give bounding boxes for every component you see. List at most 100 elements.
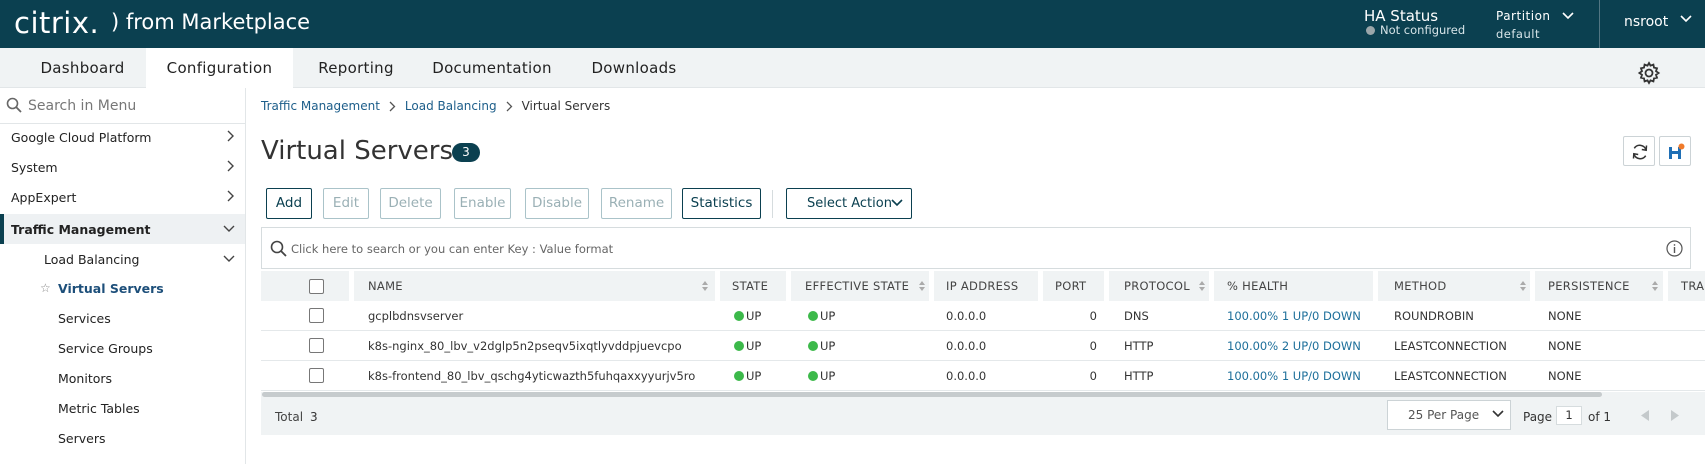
column-header-ip-address[interactable]: IP ADDRESS <box>946 271 1018 301</box>
chevron-down-icon[interactable] <box>1680 15 1692 23</box>
column-divider <box>349 271 354 301</box>
column-header-health[interactable]: % HEALTH <box>1227 271 1288 301</box>
column-header-port[interactable]: PORT <box>1055 271 1086 301</box>
column-divider <box>929 271 934 301</box>
tab-dashboard[interactable]: Dashboard <box>26 48 139 88</box>
ha-status-value: Not configured <box>1366 23 1465 37</box>
status-dot-icon <box>734 341 744 351</box>
add-button[interactable]: Add <box>266 188 312 219</box>
sidebar-item-label: System <box>11 160 58 175</box>
breadcrumb-load-balancing[interactable]: Load Balancing <box>405 99 497 113</box>
sidebar-item-monitors[interactable]: Monitors <box>0 363 245 393</box>
cell-name: k8s-nginx_80_lbv_v2dglp5n2pseqv5ixqtlyvd… <box>368 339 682 353</box>
info-icon[interactable] <box>1666 240 1683 257</box>
sort-icon[interactable] <box>919 281 925 291</box>
column-header-protocol[interactable]: PROTOCOL <box>1124 271 1190 301</box>
chevron-right-icon <box>227 130 234 142</box>
column-header-effective-state[interactable]: EFFECTIVE STATE <box>805 271 909 301</box>
sidebar-item-label: Services <box>58 311 111 326</box>
column-divider <box>715 271 720 301</box>
cell-name: gcplbdnsvserver <box>368 309 464 323</box>
tab-downloads[interactable]: Downloads <box>585 48 683 88</box>
toolbar-divider <box>772 190 773 218</box>
sidebar-item-google-cloud-platform[interactable]: Google Cloud Platform <box>0 122 245 152</box>
column-divider <box>786 271 791 301</box>
cell-health-link[interactable]: 100.00% 1 UP/0 DOWN <box>1227 301 1361 331</box>
sort-icon[interactable] <box>702 281 708 291</box>
sidebar-item-load-balancing[interactable]: Load Balancing <box>0 244 245 274</box>
column-header-name[interactable]: NAME <box>368 271 403 301</box>
sidebar-item-label: Service Groups <box>58 341 153 356</box>
user-menu[interactable]: nsroot <box>1624 14 1668 30</box>
partition-label[interactable]: Partition <box>1496 9 1551 23</box>
statistics-button[interactable]: Statistics <box>682 188 761 219</box>
select-action-dropdown[interactable]: Select Action <box>786 188 912 219</box>
sidebar-item-label: Metric Tables <box>58 401 140 416</box>
sort-icon[interactable] <box>1199 281 1205 291</box>
sort-icon[interactable] <box>1652 281 1658 291</box>
tab-reporting[interactable]: Reporting <box>306 48 406 88</box>
sort-icon[interactable] <box>1520 281 1526 291</box>
cell-persistence: NONE <box>1548 339 1582 353</box>
menu-search-input[interactable]: Search in Menu <box>0 88 245 124</box>
select-action-label: Select Action <box>807 196 892 211</box>
state-text: UP <box>746 369 762 383</box>
active-indicator <box>0 214 4 244</box>
tab-configuration[interactable]: Configuration <box>146 48 293 88</box>
effective-state-text: UP <box>820 309 836 323</box>
tab-documentation[interactable]: Documentation <box>430 48 554 88</box>
cell-health-link[interactable]: 100.00% 2 UP/0 DOWN <box>1227 331 1361 361</box>
enable-button[interactable]: Enable <box>454 188 511 219</box>
sidebar-item-label: Virtual Servers <box>58 281 164 296</box>
cell-method: LEASTCONNECTION <box>1394 369 1507 383</box>
page-number-input[interactable]: 1 <box>1556 406 1582 425</box>
save-config-button[interactable] <box>1659 136 1691 166</box>
sidebar-item-services[interactable]: Services <box>0 303 245 333</box>
column-header-truncated[interactable]: TRA <box>1681 271 1704 301</box>
row-checkbox[interactable] <box>309 368 324 383</box>
status-dot-icon <box>1366 25 1375 35</box>
total-value: 3 <box>310 410 318 424</box>
partition-value[interactable]: default <box>1496 27 1540 41</box>
table-row[interactable]: k8s-nginx_80_lbv_v2dglp5n2pseqv5ixqtlyvd… <box>261 331 1705 361</box>
star-icon[interactable]: ☆ <box>40 281 51 295</box>
table-footer: Total 3 25 Per Page Page 1 of 1 <box>261 397 1705 435</box>
per-page-dropdown[interactable]: 25 Per Page <box>1387 400 1511 430</box>
row-checkbox[interactable] <box>309 338 324 353</box>
refresh-button[interactable] <box>1623 136 1655 166</box>
chevron-down-icon[interactable] <box>1562 12 1574 20</box>
breadcrumb-traffic-management[interactable]: Traffic Management <box>261 99 380 113</box>
sidebar-item-metric-tables[interactable]: Metric Tables <box>0 393 245 423</box>
pager-next-icon[interactable] <box>1670 410 1680 421</box>
delete-button[interactable]: Delete <box>380 188 441 219</box>
cell-health-link[interactable]: 100.00% 1 UP/0 DOWN <box>1227 361 1361 391</box>
table-row[interactable]: k8s-frontend_80_lbv_qschg4yticwazth5fuhq… <box>261 361 1705 391</box>
edit-button[interactable]: Edit <box>323 188 369 219</box>
cell-port: 0 <box>1089 339 1097 353</box>
table-row[interactable]: gcplbdnsvserver UP UP 0.0.0.0 0 DNS 100.… <box>261 301 1705 331</box>
sidebar-item-virtual-servers[interactable]: ☆ Virtual Servers <box>0 273 245 303</box>
column-header-method[interactable]: METHOD <box>1394 271 1447 301</box>
main-nav: Dashboard Configuration Reporting Docume… <box>0 48 1705 88</box>
column-header-state[interactable]: STATE <box>732 271 768 301</box>
rename-button[interactable]: Rename <box>601 188 672 219</box>
cell-ip-address: 0.0.0.0 <box>946 309 987 323</box>
header-divider <box>1599 0 1600 48</box>
row-checkbox[interactable] <box>309 308 324 323</box>
column-header-persistence[interactable]: PERSISTENCE <box>1548 271 1630 301</box>
table-search-input[interactable]: Click here to search or you can enter Ke… <box>261 227 1691 269</box>
sidebar-item-traffic-management[interactable]: Traffic Management <box>0 214 245 244</box>
search-icon <box>6 97 22 113</box>
refresh-icon <box>1632 144 1648 160</box>
citrix-logo: citrix. <box>14 6 100 40</box>
sidebar-item-servers[interactable]: Servers <box>0 423 245 453</box>
sidebar-item-appexpert[interactable]: AppExpert <box>0 182 245 212</box>
pager-prev-icon[interactable] <box>1640 410 1650 421</box>
column-divider <box>1038 271 1043 301</box>
select-all-checkbox[interactable] <box>309 279 324 294</box>
cell-effective-state: UP <box>808 361 835 391</box>
disable-button[interactable]: Disable <box>525 188 589 219</box>
sidebar-item-service-groups[interactable]: Service Groups <box>0 333 245 363</box>
sidebar-item-system[interactable]: System <box>0 152 245 182</box>
gear-icon[interactable] <box>1637 61 1661 85</box>
